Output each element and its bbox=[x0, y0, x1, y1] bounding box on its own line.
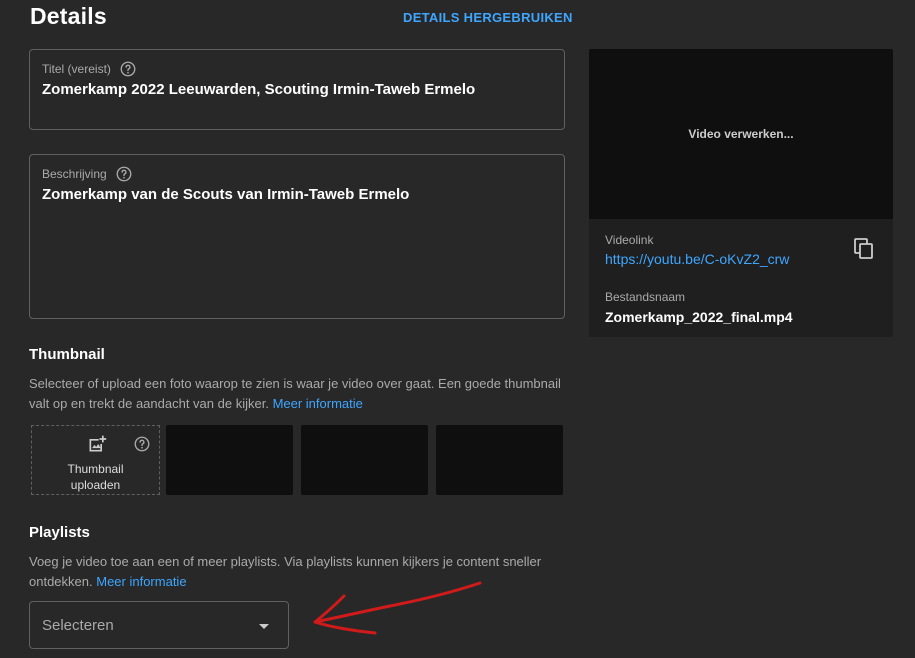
thumbnail-text-line2: valt op en trekt de aandacht van de kijk… bbox=[29, 396, 269, 411]
auto-thumbnail-option-3[interactable] bbox=[436, 425, 563, 495]
playlists-text-line1: Voeg je video toe aan een of meer playli… bbox=[29, 554, 542, 569]
page-title: Details bbox=[30, 3, 107, 29]
copy-icon[interactable] bbox=[853, 237, 875, 261]
playlists-heading: Playlists bbox=[29, 524, 90, 541]
auto-thumbnail-option-2[interactable] bbox=[301, 425, 428, 495]
filename-value: Zomerkamp_2022_final.mp4 bbox=[605, 309, 793, 325]
auto-thumbnail-option-1[interactable] bbox=[166, 425, 293, 495]
thumbnail-upload-label: Thumbnail uploaden bbox=[32, 461, 159, 493]
videolink-link[interactable]: https://youtu.be/C-oKvZ2_crw bbox=[605, 251, 789, 267]
playlist-select-placeholder: Selecteren bbox=[42, 617, 114, 634]
thumbnail-text-line1: Selecteer of upload een foto waarop te z… bbox=[29, 376, 561, 391]
video-preview-card: Video verwerken... Videolink https://you… bbox=[589, 49, 893, 337]
help-icon[interactable] bbox=[115, 165, 133, 183]
help-icon[interactable] bbox=[133, 435, 151, 453]
description-field-label: Beschrijving bbox=[42, 167, 107, 181]
thumbnail-upload-line1: Thumbnail bbox=[67, 462, 124, 476]
playlist-select[interactable]: Selecteren bbox=[29, 601, 289, 649]
annotation-arrow-icon bbox=[313, 581, 482, 635]
reuse-details-button[interactable]: DETAILS HERGEBRUIKEN bbox=[403, 10, 573, 25]
description-field-label-row: Beschrijving bbox=[42, 165, 133, 183]
processing-text: Video verwerken... bbox=[688, 127, 794, 141]
videolink-label: Videolink bbox=[605, 233, 654, 247]
thumbnail-upload-line2: uploaden bbox=[70, 478, 121, 492]
description-input[interactable]: Zomerkamp van de Scouts van Irmin-Taweb … bbox=[42, 186, 409, 203]
thumbnail-heading: Thumbnail bbox=[29, 346, 105, 363]
filename-label: Bestandsnaam bbox=[605, 290, 686, 304]
title-field-label: Titel (vereist) bbox=[42, 62, 111, 76]
title-input[interactable]: Zomerkamp 2022 Leeuwarden, Scouting Irmi… bbox=[42, 81, 475, 98]
video-preview: Video verwerken... bbox=[589, 49, 893, 219]
title-field-label-row: Titel (vereist) bbox=[42, 60, 137, 78]
dropdown-arrow-icon bbox=[259, 624, 269, 629]
thumbnail-more-info-link[interactable]: Meer informatie bbox=[273, 396, 363, 411]
thumbnail-upload-button[interactable]: Thumbnail uploaden bbox=[31, 425, 160, 495]
playlists-more-info-link[interactable]: Meer informatie bbox=[96, 574, 186, 589]
playlists-text-line2: ontdekken. bbox=[29, 574, 93, 589]
thumbnail-description: Selecteer of upload een foto waarop te z… bbox=[29, 374, 569, 414]
help-icon[interactable] bbox=[119, 60, 137, 78]
title-field[interactable]: Titel (vereist) Zomerkamp 2022 Leeuwarde… bbox=[29, 49, 565, 130]
description-field[interactable]: Beschrijving Zomerkamp van de Scouts van… bbox=[29, 154, 565, 319]
add-photo-icon bbox=[89, 435, 107, 452]
thumbnail-text-line2-row: valt op en trekt de aandacht van de kijk… bbox=[29, 394, 569, 414]
